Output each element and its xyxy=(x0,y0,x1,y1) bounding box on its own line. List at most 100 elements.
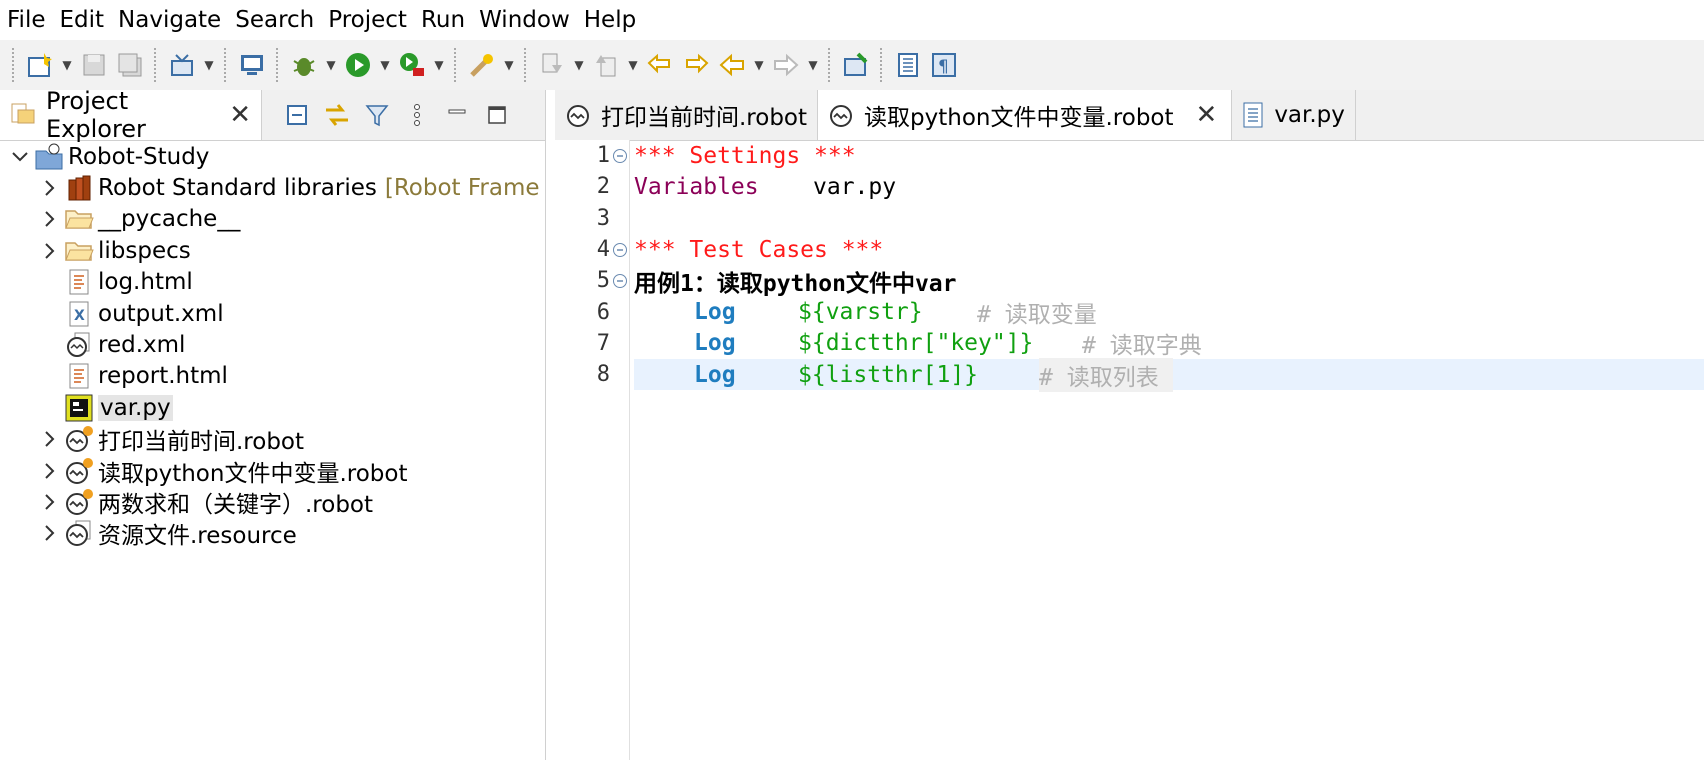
search-tool-icon[interactable] xyxy=(465,48,499,82)
section-header-settings: *** Settings *** xyxy=(634,142,856,169)
save-icon[interactable] xyxy=(77,48,111,82)
svg-text:X: X xyxy=(74,308,85,324)
robot-resource-icon xyxy=(64,519,94,547)
tree-item-red-xml[interactable]: red.xml xyxy=(0,329,545,360)
back-icon[interactable] xyxy=(715,48,749,82)
tree-item-label: __pycache__ xyxy=(98,206,241,233)
editor-tab-print-time[interactable]: 打印当前时间.robot xyxy=(555,90,819,140)
chevron-down-icon[interactable] xyxy=(6,150,34,164)
link-with-editor-icon[interactable] xyxy=(322,98,352,132)
menu-search[interactable]: Search xyxy=(228,0,321,40)
view-menu-icon[interactable] xyxy=(402,98,432,132)
pin-editor-icon[interactable] xyxy=(839,48,873,82)
line-number: 8 xyxy=(596,362,610,388)
variable: ${listthr[1]} xyxy=(798,361,979,388)
tree-item-output-xml[interactable]: X output.xml xyxy=(0,298,545,329)
tree-item-var-py[interactable]: var.py xyxy=(0,392,545,423)
line-number: 2 xyxy=(596,174,610,200)
tree-item-print-time-robot[interactable]: 打印当前时间.robot xyxy=(0,424,545,455)
minimize-icon[interactable] xyxy=(442,98,472,132)
tree-item-robot-study[interactable]: Robot-Study xyxy=(0,141,545,172)
chevron-right-icon[interactable] xyxy=(36,430,64,448)
maximize-icon[interactable] xyxy=(482,98,512,132)
toolbar-separator xyxy=(276,48,280,82)
new-dropdown-icon[interactable]: ▼ xyxy=(58,48,76,82)
search-tool-dropdown-icon[interactable]: ▼ xyxy=(500,48,518,82)
menu-file[interactable]: File xyxy=(0,0,53,40)
next-annotation-dropdown-icon[interactable]: ▼ xyxy=(570,48,588,82)
tree-item-log-html[interactable]: log.html xyxy=(0,267,545,298)
close-icon[interactable]: ✕ xyxy=(229,102,251,128)
line-number: 5 xyxy=(596,268,610,294)
console-icon[interactable] xyxy=(235,48,269,82)
line-number: 6 xyxy=(596,299,610,325)
menu-help[interactable]: Help xyxy=(577,0,643,40)
code-editor[interactable]: 1 *** Settings *** 2 Variables var.py 3 … xyxy=(555,140,1704,760)
previous-annotation-dropdown-icon[interactable]: ▼ xyxy=(624,48,642,82)
toolbar-separator xyxy=(224,48,228,82)
project-explorer-view: Project Explorer ✕ Robot-Study Robot Sta… xyxy=(0,87,546,760)
test-case-name-part: python xyxy=(762,270,846,297)
editor-tab-var-py[interactable]: var.py xyxy=(1232,90,1356,140)
chevron-right-icon[interactable] xyxy=(36,524,64,542)
back-dropdown-icon[interactable]: ▼ xyxy=(750,48,768,82)
tree-item-read-python-var-robot[interactable]: 读取python文件中变量.robot xyxy=(0,455,545,487)
code-line-7: 7 Log ${dictthr["key"]} # 读取字典 xyxy=(555,328,1704,359)
show-whitespace-icon[interactable]: ¶ xyxy=(927,48,961,82)
save-all-icon[interactable] xyxy=(113,48,147,82)
chevron-right-icon[interactable] xyxy=(36,179,64,197)
run-dropdown-icon[interactable]: ▼ xyxy=(376,48,394,82)
toolbar-separator xyxy=(828,48,832,82)
publish-icon[interactable] xyxy=(165,48,199,82)
run-external-icon[interactable] xyxy=(395,48,429,82)
previous-annotation-icon[interactable] xyxy=(589,48,623,82)
editor-tab-read-python-var[interactable]: 读取python文件中变量.robot ✕ xyxy=(818,90,1233,140)
test-case-name-part: var xyxy=(914,270,957,297)
chevron-right-icon[interactable] xyxy=(36,462,64,480)
fold-collapse-icon[interactable] xyxy=(610,148,629,164)
project-explorer-tab[interactable]: Project Explorer ✕ xyxy=(0,87,262,143)
collapse-all-icon[interactable] xyxy=(282,98,312,132)
fold-collapse-icon[interactable] xyxy=(610,242,629,258)
menu-run[interactable]: Run xyxy=(414,0,472,40)
tree-item-libspecs[interactable]: libspecs xyxy=(0,235,545,266)
tree-item-label: 打印当前时间.robot xyxy=(98,429,305,456)
tree-item-pycache[interactable]: __pycache__ xyxy=(0,204,545,235)
chevron-right-icon[interactable] xyxy=(36,242,64,260)
next-edit-location-icon[interactable] xyxy=(679,48,713,82)
tree-item-label: Robot-Study xyxy=(68,143,210,170)
last-edit-location-icon[interactable] xyxy=(643,48,677,82)
menu-project[interactable]: Project xyxy=(321,0,414,40)
filter-icon[interactable] xyxy=(362,98,392,132)
debug-dropdown-icon[interactable]: ▼ xyxy=(322,48,340,82)
next-annotation-icon[interactable] xyxy=(535,48,569,82)
forward-dropdown-icon[interactable]: ▼ xyxy=(804,48,822,82)
menu-navigate[interactable]: Navigate xyxy=(111,0,228,40)
menu-window[interactable]: Window xyxy=(472,0,577,40)
debug-icon[interactable] xyxy=(287,48,321,82)
tree-item-report-html[interactable]: report.html xyxy=(0,361,545,392)
fold-collapse-icon[interactable] xyxy=(610,273,629,289)
run-icon[interactable] xyxy=(341,48,375,82)
block-selection-icon[interactable] xyxy=(891,48,925,82)
section-header-test-cases: *** Test Cases *** xyxy=(634,236,884,263)
tree-item-resource-file[interactable]: 资源文件.resource xyxy=(0,518,545,549)
menu-edit[interactable]: Edit xyxy=(53,0,112,40)
run-external-dropdown-icon[interactable]: ▼ xyxy=(430,48,448,82)
robot-file-icon xyxy=(64,425,94,453)
code-line-4: 4 *** Test Cases *** xyxy=(555,234,1704,265)
editor-tab-label: var.py xyxy=(1274,102,1345,128)
tree-item-robot-standard-libraries[interactable]: Robot Standard libraries [Robot Frame xyxy=(0,172,545,203)
forward-icon[interactable] xyxy=(769,48,803,82)
tree-item-label: red.xml xyxy=(98,332,186,359)
chevron-right-icon[interactable] xyxy=(36,493,64,511)
tree-item-label: output.xml xyxy=(98,300,224,327)
new-icon[interactable] xyxy=(23,48,57,82)
test-case-name-part: 用例 xyxy=(634,270,680,297)
code-line-5: 5 用例1：读取python文件中var xyxy=(555,265,1704,297)
publish-dropdown-icon[interactable]: ▼ xyxy=(200,48,218,82)
code-line-2: 2 Variables var.py xyxy=(555,171,1704,202)
close-icon[interactable]: ✕ xyxy=(1196,102,1218,128)
chevron-right-icon[interactable] xyxy=(36,210,64,228)
tree-item-sum-keyword-robot[interactable]: 两数求和（关键字）.robot xyxy=(0,486,545,518)
